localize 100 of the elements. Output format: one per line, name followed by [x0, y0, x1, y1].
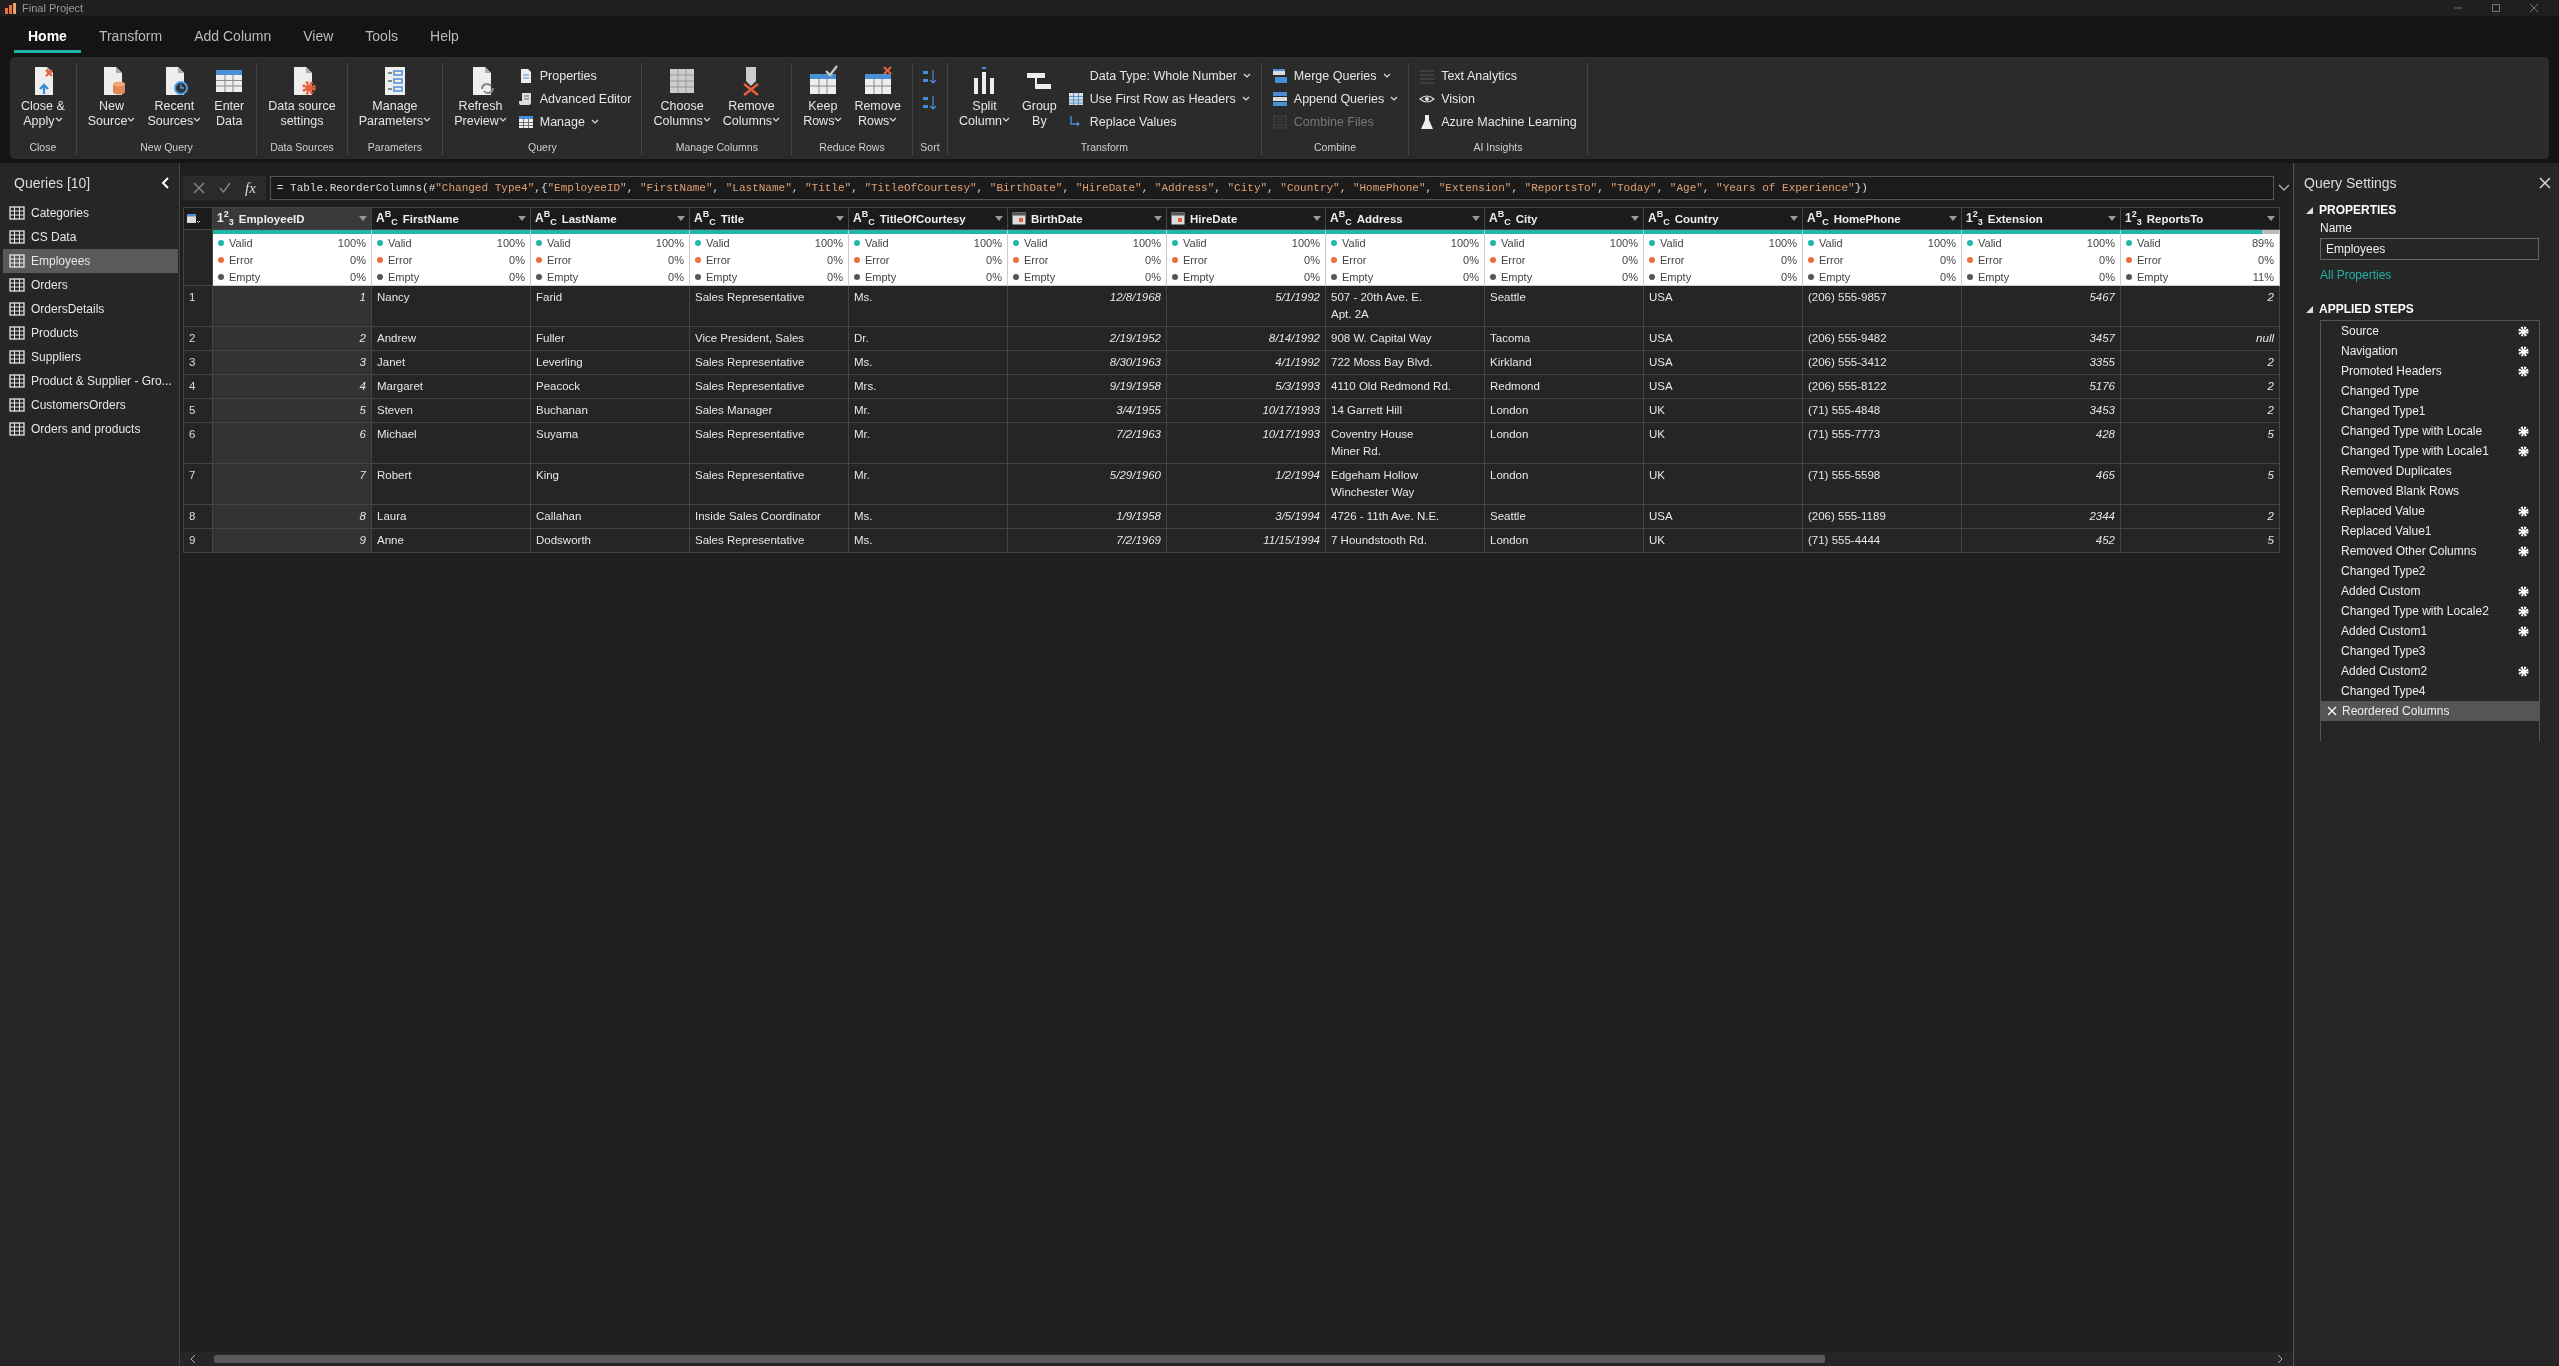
column-header[interactable]: A$^{B}$$_{C}$ HomePhone: [1802, 207, 1962, 230]
menu-tab[interactable]: Tools: [351, 20, 412, 53]
ribbon-button[interactable]: Recent Sources: [142, 63, 207, 131]
column-header[interactable]: A$^{B}$$_{C}$ Address: [1325, 207, 1485, 230]
applied-step[interactable]: Added Custom2: [2321, 661, 2539, 681]
ribbon-button[interactable]: Data source settings: [263, 63, 341, 131]
applied-step[interactable]: Changed Type with Locale: [2321, 421, 2539, 441]
table-cell: 11/15/1994: [1166, 528, 1326, 553]
query-item[interactable]: Suppliers: [3, 345, 178, 369]
table-icon: [9, 229, 25, 245]
quality-percent: 0%: [2099, 270, 2115, 283]
applied-step[interactable]: Changed Type with Locale1: [2321, 441, 2539, 461]
ribbon-button[interactable]: Refresh Preview: [449, 63, 512, 131]
query-item[interactable]: CS Data: [3, 225, 178, 249]
column-header[interactable]: A$^{B}$$_{C}$ Title: [689, 207, 849, 230]
menu-tab[interactable]: Add Column: [180, 20, 286, 53]
applied-step[interactable]: Changed Type2: [2321, 561, 2539, 581]
table-cell: Sales Manager: [689, 398, 849, 423]
cancel-icon: [193, 182, 205, 194]
ribbon-button[interactable]: Split Column: [953, 63, 1015, 131]
applied-step[interactable]: Changed Type4: [2321, 681, 2539, 701]
query-item[interactable]: Categories: [3, 201, 178, 225]
query-item[interactable]: Orders: [3, 273, 178, 297]
table-cell: Michael: [371, 422, 531, 464]
column-header[interactable]: 1$^{2}$$_{3}$ ReportsTo: [2120, 207, 2280, 230]
scrollbar-thumb[interactable]: [214, 1355, 1825, 1363]
table-cell: Margaret: [371, 374, 531, 399]
ribbon-button[interactable]: Text Analytics: [1415, 65, 1581, 87]
applied-step[interactable]: Removed Other Columns: [2321, 541, 2539, 561]
ribbon-button[interactable]: Replace Values: [1063, 111, 1255, 133]
query-item[interactable]: OrdersDetails: [3, 297, 178, 321]
applied-step[interactable]: Changed Type: [2321, 381, 2539, 401]
ribbon-button[interactable]: Choose Columns: [648, 63, 716, 131]
column-header[interactable]: A$^{B}$$_{C}$ TitleOfCourtesy: [848, 207, 1008, 230]
query-item[interactable]: Employees: [3, 249, 178, 273]
column-header[interactable]: A$^{B}$$_{C}$ FirstName: [371, 207, 531, 230]
column-header[interactable]: A$^{B}$$_{C}$ City: [1484, 207, 1644, 230]
ribbon-button[interactable]: Data Type: Whole Number: [1063, 65, 1255, 87]
applied-step[interactable]: Changed Type with Locale2: [2321, 601, 2539, 621]
ribbon-button[interactable]: Append Queries: [1267, 88, 1403, 110]
row-number: 8: [183, 504, 213, 529]
column-header[interactable]: 1$^{2}$$_{3}$ Extension: [1961, 207, 2121, 230]
ribbon-button[interactable]: Keep Rows: [798, 63, 848, 131]
applied-step[interactable]: Replaced Value1: [2321, 521, 2539, 541]
ribbon-button[interactable]: Use First Row as Headers: [1063, 88, 1255, 110]
column-header[interactable]: A$^{B}$$_{C}$ LastName: [530, 207, 690, 230]
column-header[interactable]: BirthDate: [1007, 207, 1167, 230]
table-cell: USA: [1643, 285, 1803, 327]
table-cell: Mr.: [848, 463, 1008, 505]
ribbon-button[interactable]: Advanced Editor: [513, 88, 636, 110]
query-item[interactable]: CustomersOrders: [3, 393, 178, 417]
menu-tab[interactable]: Help: [416, 20, 473, 53]
applied-step[interactable]: Removed Blank Rows: [2321, 481, 2539, 501]
applied-step[interactable]: Source: [2321, 321, 2539, 341]
quality-percent: 100%: [655, 236, 684, 249]
menu-tab[interactable]: Home: [14, 20, 81, 53]
caret-icon: [54, 117, 63, 123]
ribbon-button[interactable]: Vision: [1415, 88, 1581, 110]
all-properties-link[interactable]: All Properties: [2320, 268, 2392, 282]
quality-label: Empty: [1342, 270, 1375, 283]
applied-step[interactable]: Added Custom1: [2321, 621, 2539, 641]
applied-step[interactable]: Reordered Columns: [2321, 701, 2539, 721]
query-item[interactable]: Products: [3, 321, 178, 345]
ribbon-button[interactable]: Azure Machine Learning: [1415, 111, 1581, 133]
column-header[interactable]: 1$^{2}$$_{3}$ EmployeeID: [212, 207, 372, 230]
applied-step[interactable]: Removed Duplicates: [2321, 461, 2539, 481]
menu-tab[interactable]: View: [289, 20, 348, 53]
formula-input[interactable]: = Table.ReorderColumns(#"Changed Type4",{"EmployeeID", "FirstName", "LastName", "Title", "TitleOfCourtesy", "BirthDate", "HireDate", "Address", "City", "Country", "HomePhone", "Extension", "ReportsTo", "Today", "Age", "Years of Experience"}): [269, 176, 2274, 200]
ribbon-button[interactable]: Properties: [513, 65, 636, 87]
applied-step[interactable]: Changed Type3: [2321, 641, 2539, 661]
table-cell: 7 Houndstooth Rd.: [1325, 528, 1485, 553]
ribbon-button[interactable]: Remove Columns: [717, 63, 786, 131]
ribbon-button[interactable]: Remove Rows: [849, 63, 906, 131]
name-field[interactable]: Employees: [2320, 238, 2539, 260]
quality-percent: 0%: [509, 270, 525, 283]
ribbon-button[interactable]: Enter Data: [208, 63, 251, 131]
ribbon-button[interactable]: Group By: [1017, 63, 1062, 131]
ribbon-button[interactable]: Close & Apply: [16, 63, 70, 131]
applied-step[interactable]: Added Custom: [2321, 581, 2539, 601]
menu-tab[interactable]: Transform: [84, 20, 177, 53]
applied-step[interactable]: Changed Type1: [2321, 401, 2539, 421]
ribbon-button[interactable]: Manage: [513, 111, 636, 133]
ribbon-button[interactable]: Manage Parameters: [353, 63, 437, 131]
ribbon-button[interactable]: New Source: [82, 63, 141, 131]
quality-percent: 0%: [827, 270, 843, 283]
caret-icon: [1390, 96, 1399, 102]
table-cell: Steven: [371, 398, 531, 423]
column-header[interactable]: A$^{B}$$_{C}$ Country: [1643, 207, 1803, 230]
applied-step[interactable]: Promoted Headers: [2321, 361, 2539, 381]
quality-percent: 100%: [1927, 236, 1956, 249]
applied-step[interactable]: Replaced Value: [2321, 501, 2539, 521]
applied-step[interactable]: Navigation: [2321, 341, 2539, 361]
ribbon-button[interactable]: Merge Queries: [1267, 65, 1403, 87]
quality-percent: 100%: [1609, 236, 1638, 249]
table-cell: (206) 555-8122: [1802, 374, 1962, 399]
query-item[interactable]: Orders and products: [3, 417, 178, 441]
quality-percent: 0%: [668, 270, 684, 283]
table-cell: Dr.: [848, 326, 1008, 351]
column-header[interactable]: HireDate: [1166, 207, 1326, 230]
query-item[interactable]: Product & Supplier - Gro...: [3, 369, 178, 393]
